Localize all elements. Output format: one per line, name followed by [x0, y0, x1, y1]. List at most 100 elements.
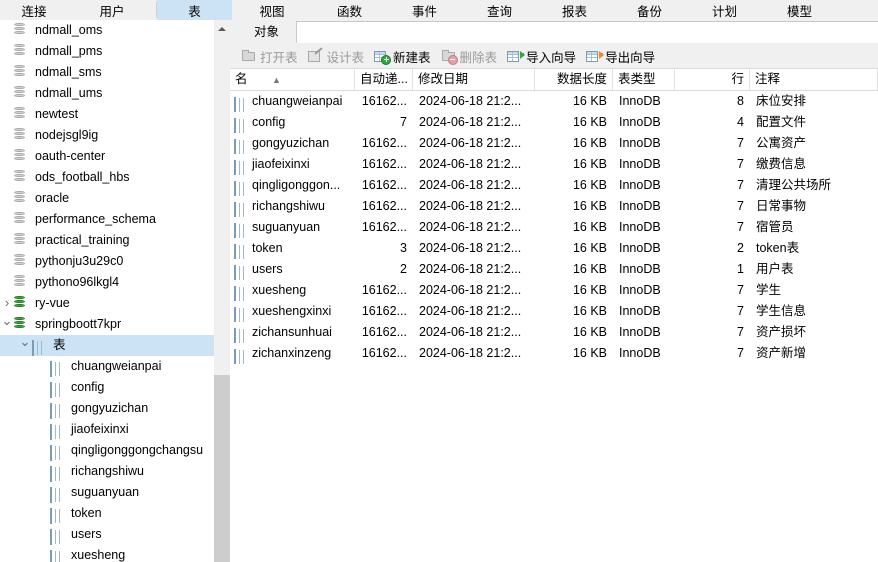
sidebar-vertical-scrollbar[interactable]	[214, 20, 230, 562]
tree-item-ndmall_ums[interactable]: ndmall_ums	[0, 83, 214, 104]
cell-data_length: 16 KB	[572, 325, 607, 339]
chevron-open-icon[interactable]	[0, 313, 14, 336]
tab-table[interactable]: 表	[157, 0, 232, 20]
tree-item-[interactable]: 表	[0, 335, 214, 356]
tree-item-ry-vue[interactable]: ry-vue	[0, 293, 214, 314]
tab-objects[interactable]: 对象	[242, 20, 291, 44]
column-header-comment[interactable]: 注释	[750, 69, 878, 90]
tree-item-practical_training[interactable]: practical_training	[0, 230, 214, 251]
cell-table_type: InnoDB	[619, 325, 661, 339]
cell-modified: 2024-06-18 21:2...	[419, 220, 522, 234]
scrollbar-thumb[interactable]	[214, 375, 230, 562]
database-icon	[14, 128, 30, 143]
tab-event[interactable]: 事件	[387, 0, 462, 20]
table-row[interactable]: qingligonggon... 16162... 2024-06-18 21:2.…	[230, 175, 878, 196]
tab-backup[interactable]: 备份	[612, 0, 687, 20]
table-list-grid[interactable]: 名 ▲ 自动递... 修改日期 数据长度 表类型行注释 chuangweianpai 161…	[230, 69, 878, 364]
tree-item-label: ndmall_oms	[35, 23, 103, 37]
tree-item-label: suguanyuan	[71, 485, 140, 499]
table-row[interactable]: gongyuzichan 16162... 2024-06-18 21:2... 16…	[230, 133, 878, 154]
column-header-auto_increment[interactable]: 自动递...	[355, 69, 413, 90]
tab-connection[interactable]: 连接	[0, 0, 68, 20]
tree-item-token[interactable]: token	[0, 503, 214, 524]
tree-item-gongyuzichan[interactable]: gongyuzichan	[0, 398, 214, 419]
tree-item-qingligonggongchangsu[interactable]: qingligonggongchangsu	[0, 440, 214, 461]
table-icon	[234, 242, 236, 259]
tab-query[interactable]: 查询	[462, 0, 537, 20]
tree-item-ods_football_hbs[interactable]: ods_football_hbs	[0, 167, 214, 188]
table-row[interactable]: config 7 2024-06-18 21:2... 16 KB InnoDB 4 配置文…	[230, 112, 878, 133]
cell-data_length: 16 KB	[572, 346, 607, 360]
tab-view[interactable]: 视图	[232, 0, 312, 20]
cell-comment: 缴费信息	[756, 157, 807, 171]
tree-item-ndmall_sms[interactable]: ndmall_sms	[0, 62, 214, 83]
cell-auto_increment: 16162...	[361, 178, 407, 192]
table-icon	[234, 347, 236, 364]
tree-item-nodejsgl9ig[interactable]: nodejsgl9ig	[0, 125, 214, 146]
tree-item-oauth-center[interactable]: oauth-center	[0, 146, 214, 167]
column-header-modified[interactable]: 修改日期	[413, 69, 535, 90]
tab-plan[interactable]: 计划	[687, 0, 762, 20]
tree-item-performance_schema[interactable]: performance_schema	[0, 209, 214, 230]
scroll-up-arrow-icon[interactable]	[214, 20, 230, 36]
tab-report[interactable]: 报表	[537, 0, 612, 20]
main-panel: 对象 打开表 设计表 新建表 删除表 导入向导 导出向导 名 ▲ 自动递... 修改日期 数据长度…	[230, 20, 878, 562]
tree-item-oracle[interactable]: oracle	[0, 188, 214, 209]
table-row[interactable]: xuesheng 16162... 2024-06-18 21:2... 16 KB I…	[230, 280, 878, 301]
object-tab-bar: 对象	[230, 20, 878, 44]
cell-name: chuangweianpai	[230, 91, 355, 112]
tree-item-ndmall_pms[interactable]: ndmall_pms	[0, 41, 214, 62]
tree-item-pythono96lkgl4[interactable]: pythono96lkgl4	[0, 272, 214, 293]
table-row[interactable]: xueshengxinxi 16162... 2024-06-18 21:2... 1…	[230, 301, 878, 322]
database-icon	[14, 275, 30, 290]
column-header-data_length[interactable]: 数据长度	[535, 69, 613, 90]
column-header-table_type[interactable]: 表类型	[613, 69, 675, 90]
table-row[interactable]: richangshiwu 16162... 2024-06-18 21:2... 16…	[230, 196, 878, 217]
column-header-label: 名	[235, 72, 248, 86]
table-row[interactable]: chuangweianpai 16162... 2024-06-18 21:2...…	[230, 91, 878, 112]
column-header-label: 修改日期	[418, 72, 469, 86]
chevron-open-icon[interactable]	[18, 334, 32, 357]
new-table-button[interactable]: 新建表	[369, 45, 436, 67]
tree-item-richangshiwu[interactable]: richangshiwu	[0, 461, 214, 482]
table-row[interactable]: zichanxinzeng 16162... 2024-06-18 21:2... 1…	[230, 343, 878, 364]
object-tree-sidebar[interactable]: ndmall_oms ndmall_pms ndmall_sms ndmall_ums…	[0, 20, 214, 562]
import-wizard-button[interactable]: 导入向导	[502, 45, 581, 67]
cell-name: qingligonggon...	[230, 175, 355, 196]
tree-item-label: ndmall_sms	[35, 65, 102, 79]
tab-function[interactable]: 函数	[312, 0, 387, 20]
column-header-name[interactable]: 名 ▲	[230, 69, 355, 90]
toolbar-button-label: 导出向导	[605, 50, 656, 65]
open-table-button: 打开表	[236, 45, 303, 67]
tree-item-chuangweianpai[interactable]: chuangweianpai	[0, 356, 214, 377]
tree-item-users[interactable]: users	[0, 524, 214, 545]
column-header-rows[interactable]: 行	[675, 69, 750, 90]
tree-item-xuesheng[interactable]: xuesheng	[0, 545, 214, 562]
cell-auto_increment: 16162...	[361, 283, 407, 297]
table-row[interactable]: jiaofeixinxi 16162... 2024-06-18 21:2... 16…	[230, 154, 878, 175]
table-row[interactable]: suguanyuan 16162... 2024-06-18 21:2... 16 K…	[230, 217, 878, 238]
tree-item-newtest[interactable]: newtest	[0, 104, 214, 125]
tree-item-config[interactable]: config	[0, 377, 214, 398]
grid-header-row[interactable]: 名 ▲ 自动递... 修改日期 数据长度 表类型行注释	[230, 69, 878, 91]
tree-item-jiaofeixinxi[interactable]: jiaofeixinxi	[0, 419, 214, 440]
cell-data_length: 16 KB	[572, 220, 607, 234]
cell-data_length: 16 KB	[572, 199, 607, 213]
tree-item-springboott7kpr[interactable]: springboott7kpr	[0, 314, 214, 335]
tree-item-ndmall_oms[interactable]: ndmall_oms	[0, 20, 214, 41]
tree-item-label: pythonju3u29c0	[35, 254, 124, 268]
cell-auto_increment: 16162...	[361, 220, 407, 234]
table-row[interactable]: token 3 2024-06-18 21:2... 16 KB InnoDB 2 toke…	[230, 238, 878, 259]
table-row[interactable]: users 2 2024-06-18 21:2... 16 KB InnoDB 1 用户表	[230, 259, 878, 280]
tab-model[interactable]: 模型	[762, 0, 837, 20]
table-row[interactable]: zichansunhuai 16162... 2024-06-18 21:2... 1…	[230, 322, 878, 343]
tab-user[interactable]: 用户	[68, 0, 156, 20]
grid-body[interactable]: chuangweianpai 16162... 2024-06-18 21:2...…	[230, 91, 878, 364]
tree-item-pythonju3u29c0[interactable]: pythonju3u29c0	[0, 251, 214, 272]
table-icon	[234, 179, 236, 196]
tree-item-suguanyuan[interactable]: suguanyuan	[0, 482, 214, 503]
tree-item-label: ods_football_hbs	[35, 170, 130, 184]
chevron-closed-icon[interactable]	[0, 292, 14, 315]
export-wizard-button[interactable]: 导出向导	[581, 45, 660, 67]
table-icon	[234, 263, 236, 280]
